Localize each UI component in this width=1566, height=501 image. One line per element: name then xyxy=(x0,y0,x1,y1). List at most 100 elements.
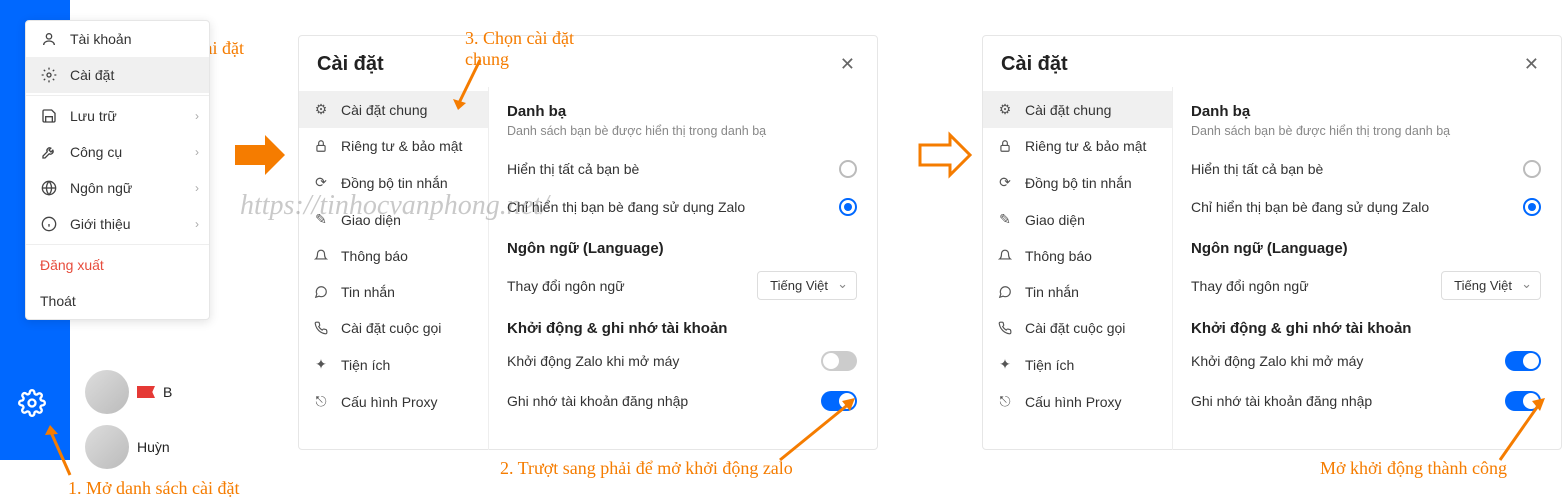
annotation-4: 2. Trượt sang phải để mở khởi động zalo xyxy=(500,458,793,479)
nav-label: Cài đặt cuộc gọi xyxy=(1025,320,1125,336)
lock-icon xyxy=(997,139,1013,153)
section-contacts-sub: Danh sách bạn bè được hiển thị trong dan… xyxy=(1191,124,1541,138)
nav-label: Riêng tư & bảo mật xyxy=(1025,138,1146,154)
menu-item-exit[interactable]: Thoát xyxy=(26,283,209,319)
section-language-title: Ngôn ngữ (Language) xyxy=(1191,240,1541,257)
nav-msg[interactable]: Tin nhắn xyxy=(299,274,488,310)
nav-label: Giao diện xyxy=(1025,212,1085,228)
nav-sync[interactable]: ⟳Đồng bộ tin nhắn xyxy=(299,164,488,201)
menu-item-storage[interactable]: Lưu trữ › xyxy=(26,98,209,134)
settings-nav: ⚙Cài đặt chung Riêng tư & bảo mật ⟳Đồng … xyxy=(299,87,489,450)
option-label: Hiển thị tất cả bạn bè xyxy=(1191,161,1323,177)
menu-label: Lưu trữ xyxy=(70,108,117,124)
sync-icon: ⟳ xyxy=(997,174,1013,191)
nav-util[interactable]: ✦ Tiện ích xyxy=(299,346,488,383)
option-label: Chỉ hiển thị bạn bè đang sử dụng Zalo xyxy=(1191,199,1429,215)
option-change-lang: Thay đổi ngôn ngữ Tiếng Việt xyxy=(1191,261,1541,310)
nav-privacy[interactable]: Riêng tư & bảo mật xyxy=(983,128,1172,164)
nav-label: Cài đặt chung xyxy=(1025,102,1111,118)
menu-label: Giới thiệu xyxy=(70,216,131,232)
nav-label: Tiện ích xyxy=(1025,357,1074,373)
option-startup-open: Khởi động Zalo khi mở máy xyxy=(1191,341,1541,381)
toggle-startup[interactable] xyxy=(821,351,857,371)
option-label: Ghi nhớ tài khoản đăng nhập xyxy=(507,393,688,409)
close-icon[interactable]: ✕ xyxy=(1520,50,1543,79)
message-icon xyxy=(997,285,1013,299)
settings-window: Cài đặt ✕ ⚙Cài đặt chung Riêng tư & bảo … xyxy=(982,35,1562,450)
phone-icon xyxy=(313,321,329,335)
option-show-all[interactable]: Hiển thị tất cả bạn bè xyxy=(507,150,857,188)
menu-label: Tài khoản xyxy=(70,31,131,47)
nav-proxy[interactable]: ⎋Cấu hình Proxy xyxy=(983,383,1172,420)
separator xyxy=(26,244,209,245)
menu-item-about[interactable]: Giới thiệu › xyxy=(26,206,209,242)
annotation-arrow-icon xyxy=(40,420,80,480)
section-contacts-title: Danh bạ xyxy=(507,103,857,120)
annotation-1: 1. Mở danh sách cài đặt xyxy=(68,478,239,499)
phone-icon xyxy=(997,321,1013,335)
flag-icon xyxy=(137,386,155,398)
message-icon xyxy=(313,285,329,299)
settings-title: Cài đặt xyxy=(317,53,384,76)
menu-item-tools[interactable]: Công cụ › xyxy=(26,134,209,170)
language-dropdown[interactable]: Tiếng Việt xyxy=(757,271,857,300)
menu-item-language[interactable]: Ngôn ngữ › xyxy=(26,170,209,206)
nav-label: Tiện ích xyxy=(341,357,390,373)
nav-util[interactable]: ✦Tiện ích xyxy=(983,346,1172,383)
nav-sync[interactable]: ⟳Đồng bộ tin nhắn xyxy=(983,164,1172,201)
nav-label: Cấu hình Proxy xyxy=(341,394,438,410)
gear-icon[interactable] xyxy=(18,389,46,420)
toggle-startup[interactable] xyxy=(1505,351,1541,371)
nav-privacy[interactable]: Riêng tư & bảo mật xyxy=(299,128,488,164)
context-menu: Tài khoản Cài đặt Lưu trữ › Công cụ › Ng… xyxy=(25,20,210,320)
gear-icon xyxy=(40,67,58,83)
menu-item-settings[interactable]: Cài đặt xyxy=(26,57,209,93)
edit-icon: ✎ xyxy=(313,211,329,228)
option-show-zalo[interactable]: Chỉ hiển thị bạn bè đang sử dụng Zalo xyxy=(1191,188,1541,226)
section-startup-title: Khởi động & ghi nhớ tài khoản xyxy=(507,320,857,337)
option-startup-open: Khởi động Zalo khi mở máy xyxy=(507,341,857,381)
option-show-zalo[interactable]: Chỉ hiển thị bạn bè đang sử dụng Zalo xyxy=(507,188,857,226)
bell-icon xyxy=(313,249,329,263)
option-label: Thay đổi ngôn ngữ xyxy=(1191,278,1309,294)
radio-icon[interactable] xyxy=(839,160,857,178)
option-label: Chỉ hiển thị bạn bè đang sử dụng Zalo xyxy=(507,199,745,215)
section-startup-title: Khởi động & ghi nhớ tài khoản xyxy=(1191,320,1541,337)
language-dropdown[interactable]: Tiếng Việt xyxy=(1441,271,1541,300)
radio-icon[interactable] xyxy=(1523,198,1541,216)
radio-icon[interactable] xyxy=(839,198,857,216)
radio-icon[interactable] xyxy=(1523,160,1541,178)
annotation-arrow-icon xyxy=(450,55,490,115)
option-remember: Ghi nhớ tài khoản đăng nhập xyxy=(1191,381,1541,421)
settings-title: Cài đặt xyxy=(1001,53,1068,76)
nav-call[interactable]: Cài đặt cuộc gọi xyxy=(983,310,1172,346)
nav-label: Cấu hình Proxy xyxy=(1025,394,1122,410)
chevron-right-icon: › xyxy=(195,181,199,195)
nav-call[interactable]: Cài đặt cuộc gọi xyxy=(299,310,488,346)
nav-label: Riêng tư & bảo mật xyxy=(341,138,462,154)
option-show-all[interactable]: Hiển thị tất cả bạn bè xyxy=(1191,150,1541,188)
avatar xyxy=(85,370,129,414)
menu-item-account[interactable]: Tài khoản xyxy=(26,21,209,57)
avatar xyxy=(85,425,129,469)
menu-item-logout[interactable]: Đăng xuất xyxy=(26,247,209,283)
option-label: Khởi động Zalo khi mở máy xyxy=(507,353,679,369)
nav-msg[interactable]: Tin nhắn xyxy=(983,274,1172,310)
nav-label: Thông báo xyxy=(1025,248,1092,264)
close-icon[interactable]: ✕ xyxy=(836,50,859,79)
contact-preview-text: Huỳn xyxy=(137,439,170,455)
nav-general[interactable]: ⚙Cài đặt chung xyxy=(983,91,1172,128)
chevron-right-icon: › xyxy=(195,145,199,159)
nav-ui[interactable]: ✎Giao diện xyxy=(983,201,1172,238)
nav-ui[interactable]: ✎Giao diện xyxy=(299,201,488,238)
nav-proxy[interactable]: ⎋ Cấu hình Proxy xyxy=(299,383,488,420)
contact-preview: B xyxy=(85,370,172,414)
nav-notif[interactable]: Thông báo xyxy=(983,238,1172,274)
option-label: Ghi nhớ tài khoản đăng nhập xyxy=(1191,393,1372,409)
sparkle-icon: ✦ xyxy=(313,356,329,373)
nav-notif[interactable]: Thông báo xyxy=(299,238,488,274)
chevron-right-icon: › xyxy=(195,217,199,231)
save-icon xyxy=(40,108,58,124)
proxy-icon: ⎋ xyxy=(313,393,329,410)
option-label: Khởi động Zalo khi mở máy xyxy=(1191,353,1363,369)
